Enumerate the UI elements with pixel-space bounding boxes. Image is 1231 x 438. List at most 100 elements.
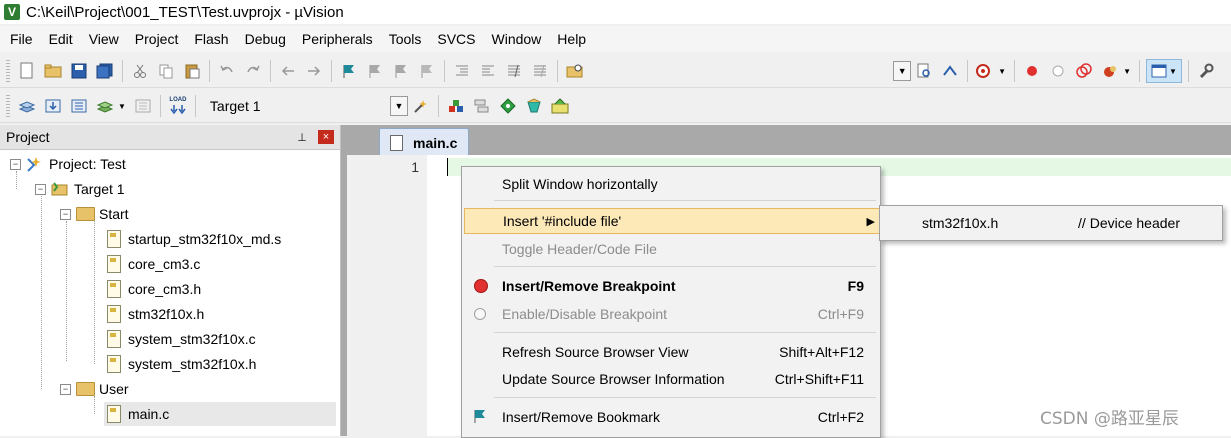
new-file-icon[interactable] bbox=[16, 60, 38, 82]
menu-item-update-browser[interactable]: Update Source Browser Information Ctrl+S… bbox=[464, 366, 878, 392]
collapse-toggle[interactable]: − bbox=[35, 183, 46, 195]
batch-build-icon[interactable] bbox=[94, 95, 116, 117]
menu-flash[interactable]: Flash bbox=[186, 26, 236, 52]
tree-label: main.c bbox=[128, 406, 170, 422]
tree-label: Start bbox=[99, 206, 129, 222]
menu-item-enable-breakpoint[interactable]: Enable/Disable Breakpoint Ctrl+F9 bbox=[464, 301, 878, 327]
tree-file[interactable]: system_stm32f10x.h bbox=[104, 352, 256, 376]
software-packs-icon[interactable] bbox=[549, 95, 571, 117]
submenu-item-stm32f10x-h[interactable]: stm32f10x.h // Device header bbox=[880, 211, 1222, 235]
target-folder-icon bbox=[50, 180, 70, 198]
tree-node-group-user[interactable]: − User bbox=[60, 377, 129, 401]
window-layout-button[interactable]: ▼ bbox=[1146, 59, 1182, 83]
next-bookmark-icon[interactable] bbox=[390, 60, 412, 82]
debug-dropdown-icon[interactable]: ▼ bbox=[998, 67, 1006, 76]
tree-file-selected[interactable]: main.c bbox=[104, 402, 336, 426]
target-options-icon[interactable] bbox=[410, 95, 432, 117]
pin-icon[interactable]: ⊥ bbox=[294, 131, 310, 144]
menu-view[interactable]: View bbox=[81, 26, 127, 52]
pack-installer-icon[interactable] bbox=[523, 95, 545, 117]
menu-window[interactable]: Window bbox=[484, 26, 550, 52]
tree-file[interactable]: core_cm3.c bbox=[104, 252, 200, 276]
uncomment-icon[interactable] bbox=[529, 60, 551, 82]
comment-icon[interactable] bbox=[503, 60, 525, 82]
breakpoint-kill-all-icon[interactable] bbox=[1099, 60, 1121, 82]
paste-icon[interactable] bbox=[181, 60, 203, 82]
cut-icon[interactable] bbox=[129, 60, 151, 82]
stop-build-icon[interactable] bbox=[132, 95, 154, 117]
line-number: 1 bbox=[411, 159, 419, 175]
collapse-toggle[interactable]: − bbox=[60, 383, 71, 395]
select-packs-icon[interactable] bbox=[471, 95, 493, 117]
editor-tab-main-c[interactable]: main.c bbox=[379, 128, 469, 156]
download-load-icon[interactable]: LOAD bbox=[167, 95, 189, 117]
collapse-toggle[interactable]: − bbox=[60, 208, 71, 220]
project-panel-title: Project bbox=[6, 129, 50, 145]
text-caret bbox=[447, 158, 448, 176]
include-file-submenu: stm32f10x.h // Device header bbox=[879, 205, 1223, 241]
open-folder-icon[interactable] bbox=[42, 60, 64, 82]
close-icon[interactable]: × bbox=[318, 130, 334, 144]
rebuild-icon[interactable] bbox=[68, 95, 90, 117]
menu-svcs[interactable]: SVCS bbox=[429, 26, 483, 52]
target-select[interactable]: Target 1 bbox=[206, 95, 390, 117]
configure-wrench-icon[interactable] bbox=[1195, 60, 1217, 82]
copy-icon[interactable] bbox=[155, 60, 177, 82]
tree-file[interactable]: stm32f10x.h bbox=[104, 302, 204, 326]
manage-project-items-icon[interactable] bbox=[445, 95, 467, 117]
collapse-toggle[interactable]: − bbox=[10, 158, 21, 170]
batch-build-dropdown-icon[interactable]: ▼ bbox=[118, 102, 126, 111]
menu-separator bbox=[494, 332, 876, 333]
breakpoint-enable-icon[interactable] bbox=[1047, 60, 1069, 82]
find-icon[interactable] bbox=[913, 60, 935, 82]
build-icon[interactable] bbox=[42, 95, 64, 117]
breakpoint-insert-icon[interactable] bbox=[1021, 60, 1043, 82]
menu-tools[interactable]: Tools bbox=[381, 26, 430, 52]
menu-item-label: Insert/Remove Bookmark bbox=[502, 409, 660, 425]
tree-node-group-start[interactable]: − Start bbox=[60, 202, 129, 226]
menu-file[interactable]: File bbox=[0, 26, 41, 52]
tree-file[interactable]: core_cm3.h bbox=[104, 277, 201, 301]
menu-help[interactable]: Help bbox=[549, 26, 594, 52]
tree-node-target[interactable]: − Target 1 bbox=[35, 177, 125, 201]
redo-icon[interactable] bbox=[242, 60, 264, 82]
menu-edit[interactable]: Edit bbox=[41, 26, 81, 52]
tree-file[interactable]: system_stm32f10x.c bbox=[104, 327, 256, 351]
clear-bookmarks-icon[interactable] bbox=[416, 60, 438, 82]
save-icon[interactable] bbox=[68, 60, 90, 82]
find-in-files-icon[interactable] bbox=[564, 60, 586, 82]
menu-peripherals[interactable]: Peripherals bbox=[294, 26, 381, 52]
nav-forward-icon[interactable] bbox=[303, 60, 325, 82]
menu-item-insert-breakpoint[interactable]: Insert/Remove Breakpoint F9 bbox=[464, 273, 878, 299]
unindent-icon[interactable] bbox=[477, 60, 499, 82]
menu-item-insert-include[interactable]: Insert '#include file' ▶ bbox=[464, 208, 880, 234]
toolbar-separator bbox=[209, 60, 210, 82]
target-select-dropdown[interactable]: ▼ bbox=[389, 96, 408, 116]
indent-icon[interactable] bbox=[451, 60, 473, 82]
menu-item-refresh-browser[interactable]: Refresh Source Browser View Shift+Alt+F1… bbox=[464, 339, 878, 365]
menu-item-toggle-header[interactable]: Toggle Header/Code File bbox=[464, 236, 878, 262]
editor-tab-label: main.c bbox=[413, 134, 458, 151]
toolbar-separator bbox=[1139, 60, 1140, 82]
header-file-icon bbox=[104, 355, 124, 373]
nav-back-icon[interactable] bbox=[277, 60, 299, 82]
toolbar-grip[interactable] bbox=[6, 60, 10, 82]
breakpoint-dropdown-icon[interactable]: ▼ bbox=[1123, 67, 1131, 76]
prev-bookmark-icon[interactable] bbox=[364, 60, 386, 82]
menu-item-bookmark[interactable]: Insert/Remove Bookmark Ctrl+F2 bbox=[464, 404, 878, 430]
bookmark-flag-icon[interactable] bbox=[338, 60, 360, 82]
manage-rte-icon[interactable] bbox=[497, 95, 519, 117]
toolbar-grip[interactable] bbox=[6, 95, 10, 117]
breakpoint-disable-all-icon[interactable] bbox=[1073, 60, 1095, 82]
translate-icon[interactable] bbox=[16, 95, 38, 117]
menu-item-split-window[interactable]: Split Window horizontally bbox=[464, 171, 878, 197]
find-combo-dropdown[interactable]: ▼ bbox=[893, 61, 912, 81]
incremental-find-icon[interactable] bbox=[939, 60, 961, 82]
tree-node-project[interactable]: − Project: Test bbox=[10, 152, 126, 176]
debug-session-icon[interactable] bbox=[974, 60, 996, 82]
tree-file[interactable]: startup_stm32f10x_md.s bbox=[104, 227, 281, 251]
save-all-icon[interactable] bbox=[94, 60, 116, 82]
menu-debug[interactable]: Debug bbox=[237, 26, 294, 52]
menu-project[interactable]: Project bbox=[127, 26, 187, 52]
undo-icon[interactable] bbox=[216, 60, 238, 82]
